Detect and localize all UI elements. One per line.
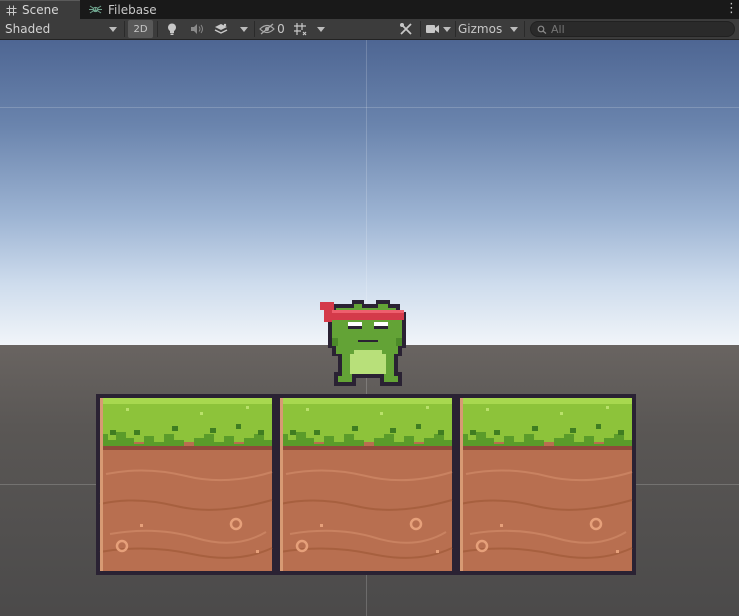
- hidden-object-count: 0: [277, 22, 285, 36]
- grid-snapping-dropdown[interactable]: [313, 19, 329, 39]
- grid-snap-icon: [294, 23, 307, 36]
- toggle-2d-button[interactable]: 2D: [128, 20, 153, 38]
- speaker-icon: [191, 24, 203, 34]
- scene-audio-button[interactable]: [185, 19, 209, 39]
- scene-effects-dropdown[interactable]: [236, 19, 252, 39]
- grass-dirt-tile[interactable]: [96, 394, 278, 576]
- toolbar-divider: [254, 21, 255, 37]
- toolbar-divider: [524, 21, 525, 37]
- lightbulb-icon: [168, 23, 176, 35]
- tab-filebase[interactable]: Filebase: [82, 0, 182, 19]
- layers-icon: [214, 23, 228, 34]
- tab-scene[interactable]: Scene: [0, 0, 80, 19]
- chevron-down-icon: [510, 26, 518, 32]
- camera-button[interactable]: [422, 19, 442, 39]
- grass-dirt-tile[interactable]: [274, 394, 458, 576]
- eye-slash-icon: [259, 23, 276, 35]
- gizmos-button[interactable]: Gizmos: [456, 19, 506, 39]
- toolbar-divider: [157, 21, 158, 37]
- camera-dropdown[interactable]: [440, 19, 454, 39]
- spider-icon: [89, 5, 102, 14]
- tools-button[interactable]: [394, 19, 418, 39]
- scene-visibility-button[interactable]: 0: [257, 19, 287, 39]
- draw-mode-value: Shaded: [5, 22, 51, 36]
- gizmos-dropdown[interactable]: [506, 19, 522, 39]
- search-icon: [537, 25, 547, 34]
- chevron-down-icon: [109, 27, 117, 32]
- tools-icon: [400, 23, 412, 35]
- gizmos-label: Gizmos: [458, 22, 503, 36]
- grid-snapping-button[interactable]: [289, 19, 311, 39]
- scene-lighting-button[interactable]: [160, 19, 184, 39]
- scene-effects-button[interactable]: [210, 19, 232, 39]
- scene-viewport[interactable]: [0, 40, 739, 616]
- toolbar-divider: [124, 21, 125, 37]
- tab-scene-label: Scene: [22, 3, 59, 17]
- chevron-down-icon: [240, 26, 248, 32]
- camera-icon: [425, 25, 439, 33]
- frog-character-sprite[interactable]: [318, 298, 410, 392]
- scene-grid-line: [0, 107, 739, 108]
- draw-mode-dropdown[interactable]: Shaded: [0, 19, 122, 39]
- toolbar-divider: [420, 21, 421, 37]
- hierarchy-search-field[interactable]: [530, 21, 735, 37]
- chevron-down-icon: [443, 26, 451, 32]
- search-input[interactable]: [551, 22, 711, 36]
- more-options-icon[interactable]: ⋮: [725, 2, 738, 16]
- grass-dirt-tile[interactable]: [454, 394, 637, 576]
- window-tab-bar: Scene Filebase ⋮: [0, 0, 739, 19]
- tilemap[interactable]: [96, 394, 637, 576]
- grid-icon: [6, 5, 17, 15]
- tab-filebase-label: Filebase: [108, 2, 157, 17]
- chevron-down-icon: [317, 26, 325, 32]
